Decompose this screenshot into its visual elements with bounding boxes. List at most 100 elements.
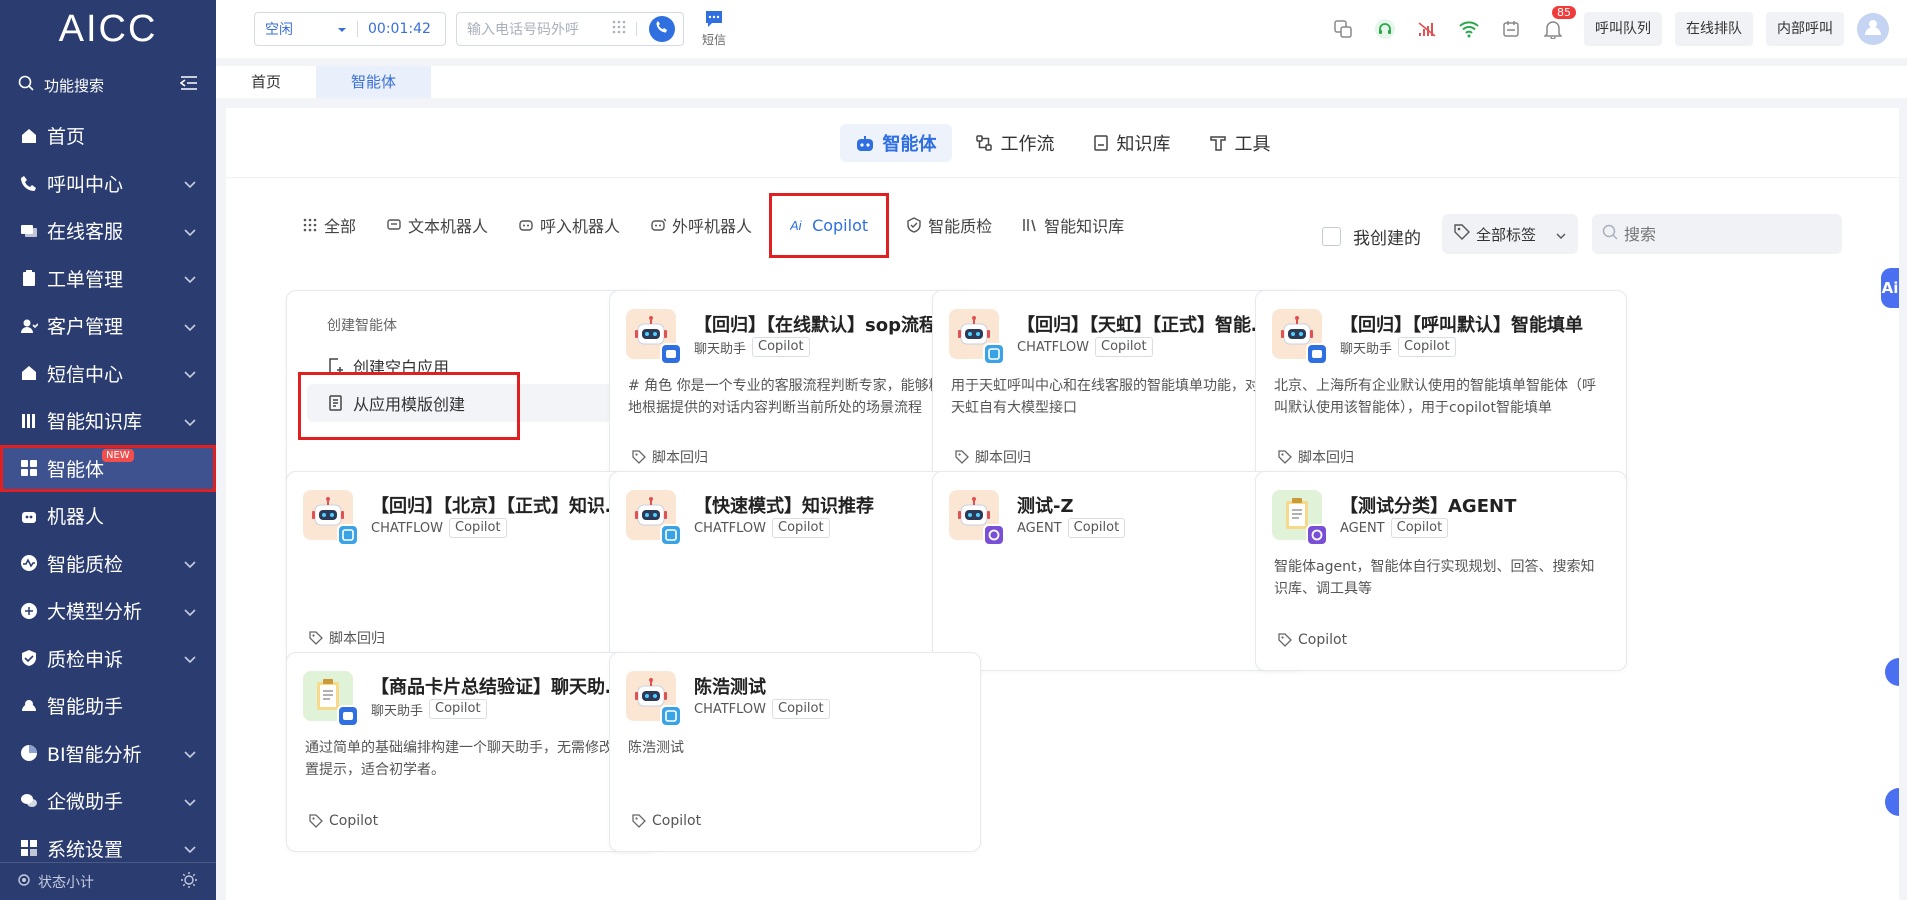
agent-label[interactable]: 脚本回归 bbox=[309, 628, 385, 648]
tag-select[interactable]: 全部标签 bbox=[1442, 214, 1578, 254]
sidebar-item-14[interactable]: 企微助手 bbox=[0, 777, 216, 825]
agent-card[interactable]: 【测试分类】AGENT AGENT Copilot 智能体agent，智能体自行实现规… bbox=[1255, 471, 1627, 671]
agent-type-tag: Copilot bbox=[429, 699, 487, 719]
user-icon bbox=[1864, 18, 1882, 40]
category-tab-4[interactable]: Ai Copilot bbox=[769, 192, 890, 258]
avatar[interactable] bbox=[1857, 13, 1889, 45]
agent-type: 聊天助手 bbox=[694, 341, 747, 357]
chevron-down-icon bbox=[184, 600, 196, 622]
translate-icon[interactable] bbox=[1332, 18, 1354, 40]
wifi-icon[interactable] bbox=[1458, 18, 1480, 40]
side-float-button[interactable] bbox=[1885, 658, 1899, 686]
online-queue-button[interactable]: 在线排队 bbox=[1675, 12, 1753, 46]
sidebar-item-12[interactable]: 智能助手 bbox=[0, 682, 216, 730]
sidebar-item-8[interactable]: 机器人 bbox=[0, 492, 216, 540]
sidebar-item-0[interactable]: 首页 bbox=[0, 112, 216, 160]
function-search[interactable]: 功能搜索 bbox=[0, 58, 216, 112]
agent-card[interactable]: 陈浩测试 CHATFLOW Copilot 陈浩测试 Copilot bbox=[609, 652, 981, 852]
tab-home[interactable]: 首页 bbox=[216, 66, 316, 98]
headset-icon[interactable] bbox=[1374, 18, 1396, 40]
agent-card[interactable]: 【回归】【天虹】【正式】智能填单 CHATFLOW Copilot 用于天虹呼叫中心和… bbox=[932, 290, 1304, 490]
agent-meta: CHATFLOW Copilot bbox=[1017, 337, 1153, 357]
sidebar-item-10[interactable]: 大模型分析 bbox=[0, 587, 216, 635]
collapse-menu-icon[interactable] bbox=[179, 75, 198, 95]
module-tab-knowledge[interactable]: 知识库 bbox=[1078, 124, 1186, 162]
search-input[interactable] bbox=[1624, 224, 1824, 244]
internal-call-button[interactable]: 内部呼叫 bbox=[1766, 12, 1844, 46]
sidebar-item-label: 智能助手 bbox=[47, 696, 124, 719]
sms-button[interactable]: 短信 bbox=[702, 10, 726, 48]
module-tab-tools[interactable]: 工具 bbox=[1194, 124, 1286, 162]
dial-input[interactable]: 输入电话号码外呼 bbox=[467, 19, 612, 39]
category-tab-0[interactable]: 全部 bbox=[302, 213, 356, 237]
category-tab-3[interactable]: 外呼机器人 bbox=[650, 213, 752, 237]
tag-icon bbox=[955, 450, 969, 464]
app-logo[interactable]: AICC bbox=[0, 0, 216, 58]
call-queue-button[interactable]: 呼叫队列 bbox=[1584, 12, 1662, 46]
sidebar-item-6[interactable]: 智能知识库 bbox=[0, 397, 216, 445]
agent-card[interactable]: 测试-Z AGENT Copilot bbox=[932, 471, 1304, 671]
module-tab-agent[interactable]: 智能体 bbox=[839, 123, 952, 162]
category-tab-1[interactable]: 文本机器人 bbox=[386, 213, 488, 237]
my-created-filter[interactable]: 我创建的 bbox=[1322, 224, 1421, 249]
function-search-label: 功能搜索 bbox=[44, 76, 105, 95]
sidebar-item-3[interactable]: 工单管理 bbox=[0, 255, 216, 303]
sidebar-item-13[interactable]: BI智能分析 bbox=[0, 730, 216, 778]
agent-label[interactable]: 脚本回归 bbox=[632, 447, 708, 467]
brain-icon bbox=[20, 602, 38, 620]
status-summary-label[interactable]: 状态小计 bbox=[38, 872, 180, 892]
agent-type: AGENT bbox=[1017, 520, 1062, 536]
home-icon bbox=[20, 127, 38, 145]
agent-meta: 聊天助手 Copilot bbox=[694, 337, 810, 357]
agent-label[interactable]: Copilot bbox=[309, 813, 378, 829]
chevron-down-icon bbox=[184, 790, 196, 812]
wechat-icon bbox=[20, 792, 38, 810]
sidebar-item-7[interactable]: 智能体 NEW bbox=[0, 444, 216, 492]
my-created-checkbox[interactable] bbox=[1322, 227, 1341, 246]
chart-icon bbox=[20, 744, 38, 762]
sidebar-item-11[interactable]: 质检申诉 bbox=[0, 635, 216, 683]
svg-text:Ai: Ai bbox=[790, 218, 803, 233]
module-tab-workflow[interactable]: 工作流 bbox=[960, 124, 1070, 162]
calendar-icon[interactable] bbox=[1500, 18, 1522, 40]
agent-label[interactable]: Copilot bbox=[1278, 632, 1347, 648]
sidebar-item-2[interactable]: 在线客服 bbox=[0, 207, 216, 255]
agent-label[interactable]: 脚本回归 bbox=[1278, 447, 1354, 467]
sidebar-item-4[interactable]: 客户管理 bbox=[0, 302, 216, 350]
agent-status-select[interactable]: 空闲 bbox=[265, 19, 337, 39]
agent-label[interactable]: 脚本回归 bbox=[955, 447, 1031, 467]
theme-sun-icon[interactable] bbox=[180, 871, 198, 893]
category-label: Copilot bbox=[812, 215, 869, 235]
signal-off-icon[interactable] bbox=[1416, 18, 1438, 40]
ai-assistant-tab[interactable]: Ai bbox=[1881, 268, 1899, 308]
sidebar-item-5[interactable]: 短信中心 bbox=[0, 350, 216, 398]
side-help-button[interactable] bbox=[1885, 788, 1899, 816]
agent-label[interactable]: Copilot bbox=[632, 813, 701, 829]
keypad-icon[interactable] bbox=[612, 20, 626, 38]
category-tab-6[interactable]: 智能知识库 bbox=[1022, 213, 1124, 237]
notification-bell-icon[interactable]: 85 bbox=[1542, 6, 1576, 40]
agent-card[interactable]: 【快速模式】知识推荐 CHATFLOW Copilot bbox=[609, 471, 981, 671]
category-tab-2[interactable]: 呼入机器人 bbox=[518, 213, 620, 237]
tag-icon bbox=[309, 814, 323, 828]
tab-agent[interactable]: 智能体 bbox=[316, 66, 432, 98]
sidebar-item-9[interactable]: 智能质检 bbox=[0, 540, 216, 588]
call-button[interactable] bbox=[649, 16, 675, 42]
sidebar-footer: 状态小计 bbox=[0, 862, 216, 900]
agent-type-tag: Copilot bbox=[449, 518, 507, 538]
sidebar-item-label: 智能质检 bbox=[47, 553, 124, 576]
sidebar-item-label: 系统设置 bbox=[47, 838, 124, 861]
agent-card[interactable]: 【回归】【在线默认】sop流程判断 聊天助手 Copilot # 角色 你是一个专业的… bbox=[609, 290, 981, 490]
agent-card[interactable]: 【回归】【北京】【正式】知识推荐 CHATFLOW Copilot 脚本回归 bbox=[286, 471, 658, 671]
new-file-icon bbox=[327, 357, 345, 375]
caret-down-icon[interactable] bbox=[337, 21, 347, 37]
agent-card[interactable]: 【回归】【呼叫默认】智能填单 聊天助手 Copilot 北京、上海所有企业默认使用的智… bbox=[1255, 290, 1627, 490]
agent-avatar bbox=[303, 490, 359, 546]
category-tab-5[interactable]: 智能质检 bbox=[906, 213, 992, 237]
agent-meta: 聊天助手 Copilot bbox=[1340, 337, 1456, 357]
agent-avatar bbox=[949, 490, 1005, 546]
sidebar: AICC 功能搜索 首页 呼叫中心 在线客服 工单管理 客户管理 短信中心 智能知识库 智能体… bbox=[0, 0, 216, 900]
agent-card[interactable]: 【商品卡片总结验证】聊天助手-测试 聊天助手 Copilot 通过简单的基础编排构建一… bbox=[286, 652, 658, 852]
sidebar-item-1[interactable]: 呼叫中心 bbox=[0, 160, 216, 208]
agent-avatar bbox=[1272, 490, 1328, 546]
